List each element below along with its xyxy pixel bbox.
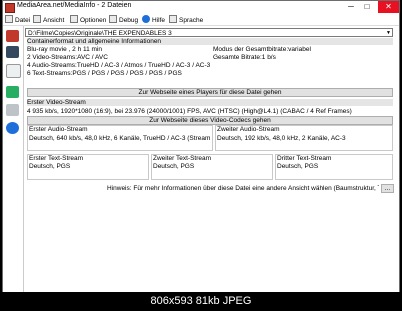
menu-language[interactable]: Sprache [169,15,203,24]
toolbar-sidebar [3,26,24,292]
export-icon[interactable] [6,64,21,78]
text2-header: Zweiter Text-Stream [153,155,212,162]
open-folder-icon[interactable] [6,46,19,58]
language-icon [169,15,177,23]
text1-line: Deutsch, PGS [29,163,71,170]
file-path-select[interactable]: D:\Filme\Copies\Originale\THE EXPENDABLE… [25,28,393,37]
menu-file-label: Datei [15,17,31,24]
file-path-value: D:\Filme\Copies\Originale\THE EXPENDABLE… [28,30,172,37]
more-button[interactable]: ... [381,184,394,193]
mediainfo-app-icon [5,3,15,13]
hint-text: Hinweis: Für mehr Informationen über die… [107,185,379,192]
menu-bar: Datei Ansicht Optionen Debug Hilfe Sprac… [3,14,399,26]
arrow-icon[interactable] [6,86,19,98]
menu-options[interactable]: Optionen [70,15,106,24]
close-button[interactable]: ✕ [378,1,399,13]
preferences-icon[interactable] [6,104,19,116]
maximize-button[interactable]: □ [359,1,375,13]
codec-website-button[interactable]: Zur Webseite dieses Video-Codecs gehen [27,116,393,125]
info-icon[interactable] [6,122,19,134]
file-icon [5,15,13,23]
debug-icon [109,15,117,23]
menu-file[interactable]: Datei [5,15,30,24]
general-right-line: Modus der Gesamtbitrate:variabel [213,46,311,53]
mediainfo-window: MediaArea.net/MediaInfo - 2 Dateien ─ □ … [2,0,400,293]
general-line: Blu-ray movie , 2 h 11 min [27,46,103,53]
general-right-line: Gesamte Bitrate:1 b/s [213,54,276,61]
chevron-down-icon: ▼ [386,30,391,36]
text3-line: Deutsch, PGS [277,163,319,170]
audio1-line: Deutsch, 640 kb/s, 48,0 kHz, 6 Kanäle, T… [29,135,211,142]
open-file-icon[interactable] [6,30,19,42]
menu-view-label: Ansicht [43,17,65,24]
audio1-header: Erster Audio-Stream [29,126,88,133]
menu-options-label: Optionen [80,17,107,24]
audio2-header: Zweiter Audio-Stream [217,126,280,133]
menu-language-label: Sprache [179,17,204,24]
general-line: 6 Text-Streams:PGS / PGS / PGS / PGS / P… [27,70,182,77]
general-line: 4 Audio-Streams:TrueHD / AC-3 / Atmos / … [27,62,211,69]
general-header: Containerformat und allgemeine Informati… [27,38,393,46]
player-website-button[interactable]: Zur Webseite eines Players für diese Dat… [27,88,393,97]
video-line: 4 935 kb/s, 1920*1080 (16:9), bei 23.976… [27,108,352,115]
image-caption: 806x593 81kb JPEG [150,295,252,307]
main-content: D:\Filme\Copies\Originale\THE EXPENDABLE… [25,26,397,292]
menu-debug-label: Debug [119,17,139,24]
title-bar[interactable]: MediaArea.net/MediaInfo - 2 Dateien ─ □ … [3,1,399,14]
general-line: 2 Video-Streams:AVC / AVC [27,54,108,61]
menu-debug[interactable]: Debug [109,15,138,24]
text2-line: Deutsch, PGS [153,163,195,170]
view-icon [33,15,41,23]
options-icon [70,15,78,23]
audio2-line: Deutsch, 192 kb/s, 48,0 kHz, 2 Kanäle, A… [217,135,346,142]
menu-view[interactable]: Ansicht [33,15,64,24]
menu-help[interactable]: Hilfe [142,15,165,24]
text1-header: Erster Text-Stream [29,155,84,162]
help-icon [142,15,150,23]
text3-header: Dritter Text-Stream [277,155,332,162]
minimize-button[interactable]: ─ [343,1,359,13]
video-header: Erster Video-Stream [27,99,393,107]
window-title: MediaArea.net/MediaInfo - 2 Dateien [17,2,132,9]
image-caption-bar: 806x593 81kb JPEG [0,292,402,311]
menu-help-label: Hilfe [152,17,166,24]
